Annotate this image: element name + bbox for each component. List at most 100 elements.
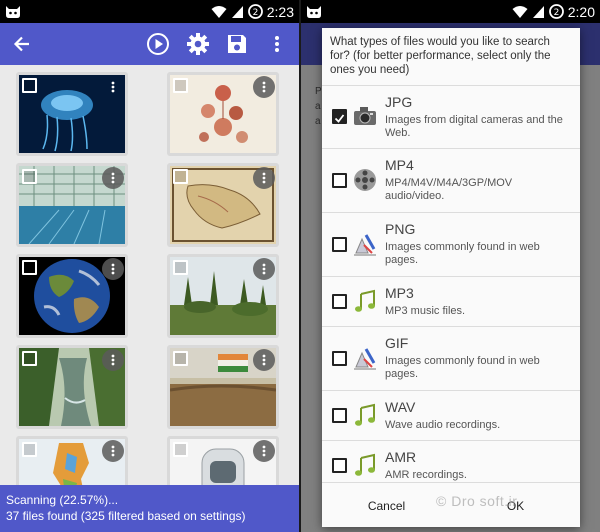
settings-button[interactable] [183, 29, 213, 59]
select-checkbox[interactable] [22, 260, 37, 275]
mp4-checkbox[interactable] [332, 173, 347, 188]
android-cat-icon [6, 6, 20, 18]
option-description: Wave audio recordings. [385, 419, 501, 431]
option-amr[interactable]: AMR AMR recordings. [322, 440, 580, 482]
option-name: MP3 [385, 285, 414, 301]
vertical-dots-icon [262, 172, 266, 184]
option-name: PNG [385, 221, 416, 237]
thumbnail-antique-map[interactable] [167, 163, 279, 247]
back-button[interactable] [7, 29, 37, 59]
option-wav[interactable]: WAV Wave audio recordings. [322, 390, 580, 440]
amr-checkbox[interactable] [332, 458, 347, 473]
play-circle-icon [147, 33, 169, 55]
scan-progress-text: Scanning (22.57%)... [6, 493, 119, 507]
svg-text:2: 2 [553, 8, 559, 18]
option-name: MP4 [385, 157, 414, 173]
select-checkbox[interactable] [173, 260, 188, 275]
thumbnail-menu-button[interactable] [253, 258, 275, 280]
option-gif[interactable]: GIF Images commonly found in web pages. [322, 326, 580, 390]
watermark: © Dro soft.ir [436, 493, 518, 509]
option-name: WAV [385, 399, 416, 415]
mp3-checkbox[interactable] [332, 294, 347, 309]
data-saver-icon: 2 [548, 4, 564, 19]
option-name: JPG [385, 94, 413, 110]
wifi-icon [512, 5, 528, 18]
android-cat-icon [307, 6, 321, 18]
vertical-dots-icon [111, 172, 115, 184]
png-checkbox[interactable] [332, 237, 347, 252]
thumbnail-menu-button[interactable] [253, 440, 275, 462]
camera-icon [354, 107, 376, 125]
start-scan-button[interactable] [143, 29, 173, 59]
check-icon [334, 114, 345, 123]
option-description: Images commonly found in web pages. [385, 241, 540, 266]
thumbnail-garden[interactable] [167, 254, 279, 338]
select-checkbox[interactable] [22, 169, 37, 184]
thumbnail-earth-globe[interactable] [16, 254, 128, 338]
option-mp3[interactable]: MP3 MP3 music files. [322, 276, 580, 326]
save-button[interactable] [222, 29, 252, 59]
option-png[interactable]: PNG Images commonly found in web pages. [322, 212, 580, 276]
toolbar [0, 23, 299, 65]
option-name: GIF [385, 335, 409, 351]
data-saver-icon: 2 [247, 4, 263, 19]
thumbnail-field-with-flag[interactable] [167, 345, 279, 429]
thumbnail-menu-button[interactable] [102, 258, 124, 280]
option-description: Images from digital cameras and the Web. [385, 114, 563, 139]
select-checkbox[interactable] [173, 169, 188, 184]
jpg-checkbox[interactable] [332, 109, 347, 124]
thumbnail-botanical-illustration[interactable] [167, 72, 279, 156]
thumbnail-indoor-pool[interactable] [16, 163, 128, 247]
thumbnail-river-valley[interactable] [16, 345, 128, 429]
vertical-dots-icon [262, 445, 266, 457]
cancel-button[interactable]: Cancel [322, 483, 451, 527]
option-jpg[interactable]: JPG Images from digital cameras and the … [322, 85, 580, 148]
svg-text:2: 2 [252, 8, 258, 18]
paint-brush-icon [354, 234, 376, 256]
select-checkbox[interactable] [22, 78, 37, 93]
thumbnail-menu-button[interactable] [102, 440, 124, 462]
select-checkbox[interactable] [173, 351, 188, 366]
scan-status-bar: Scanning (22.57%)... 37 files found (325… [0, 485, 299, 532]
vertical-dots-icon [111, 81, 115, 93]
wifi-icon [211, 5, 227, 18]
option-mp4[interactable]: MP4 MP4/M4V/M4A/3GP/MOV audio/video. [322, 148, 580, 212]
select-checkbox[interactable] [173, 442, 188, 457]
status-time: 2:23 [266, 3, 294, 20]
thumbnail-menu-button[interactable] [102, 76, 124, 98]
gear-icon [187, 33, 209, 55]
music-note-icon [355, 403, 375, 426]
vertical-dots-icon [275, 36, 279, 52]
signal-icon [231, 5, 243, 18]
left-screen: 2 2:23 Scanning (22.57%)... 37 files fou… [0, 0, 299, 532]
status-bar: 2 2:23 [0, 0, 299, 23]
select-checkbox[interactable] [22, 351, 37, 366]
thumbnail-menu-button[interactable] [253, 349, 275, 371]
right-screen: P a a 2 2:20 What types of files would y… [301, 0, 600, 532]
floppy-disk-icon [228, 35, 246, 53]
status-time: 2:20 [567, 3, 595, 20]
thumbnail-menu-button[interactable] [253, 167, 275, 189]
thumbnail-menu-button[interactable] [102, 167, 124, 189]
option-description: AMR recordings. [385, 469, 467, 481]
overflow-menu-button[interactable] [262, 29, 292, 59]
signal-icon [532, 5, 544, 18]
option-description: MP3 music files. [385, 305, 466, 317]
gif-checkbox[interactable] [332, 351, 347, 366]
dialog-title: What types of files would you like to se… [330, 36, 551, 76]
music-note-icon [355, 289, 375, 312]
vertical-dots-icon [262, 263, 266, 275]
thumbnail-menu-button[interactable] [253, 76, 275, 98]
vertical-dots-icon [111, 263, 115, 275]
option-name: AMR [385, 449, 417, 465]
film-reel-icon [354, 169, 376, 191]
thumbnail-jellyfish[interactable] [16, 72, 128, 156]
music-note-icon [355, 453, 375, 476]
option-description: Images commonly found in web pages. [385, 355, 540, 380]
wav-checkbox[interactable] [332, 408, 347, 423]
thumbnail-menu-button[interactable] [102, 349, 124, 371]
select-checkbox[interactable] [173, 78, 188, 93]
select-checkbox[interactable] [22, 442, 37, 457]
paint-brush-icon [354, 348, 376, 370]
arrow-left-icon [13, 36, 29, 52]
